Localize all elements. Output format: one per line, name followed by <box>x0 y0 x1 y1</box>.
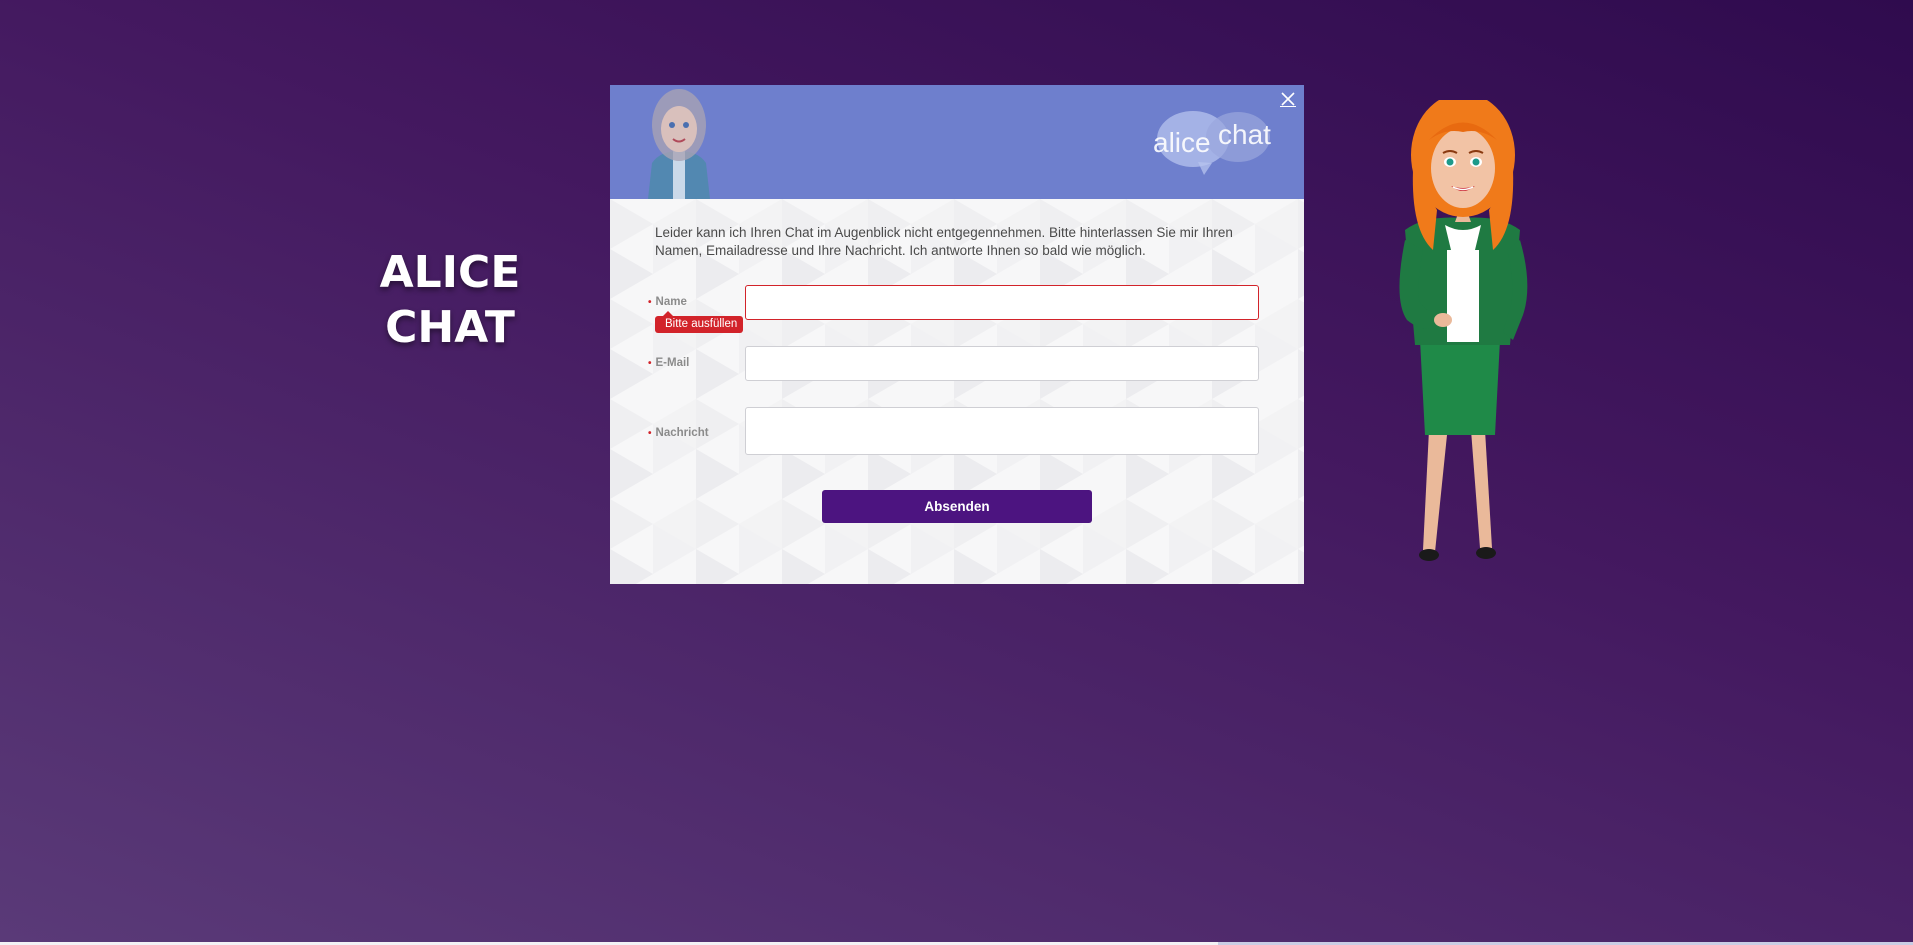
message-label-text: Nachricht <box>655 427 709 439</box>
brand-line-1: ALICE <box>379 247 521 298</box>
message-label: • Nachricht <box>648 427 709 439</box>
name-label-text: Name <box>655 296 687 308</box>
close-icon <box>1280 92 1296 107</box>
contact-dialog: alice chat Leider kann ich Ihren Chat im… <box>610 85 1304 584</box>
email-input[interactable] <box>745 346 1259 381</box>
email-label-text: E-Mail <box>655 357 690 369</box>
name-input[interactable] <box>745 285 1259 320</box>
close-button[interactable] <box>1276 87 1300 111</box>
name-label: • Name <box>648 296 687 308</box>
brand-title: ALICE CHAT <box>375 245 525 355</box>
alice-chat-logo: alice chat <box>1153 111 1271 175</box>
required-marker: • <box>648 428 652 439</box>
required-marker: • <box>648 297 652 308</box>
required-marker: • <box>648 358 652 369</box>
name-error-tooltip: Bitte ausfüllen <box>655 311 744 333</box>
brand-line-2: CHAT <box>385 302 515 353</box>
alice-character-illustration <box>1399 100 1528 561</box>
message-input[interactable] <box>745 407 1259 455</box>
logo-text-chat: chat <box>1218 119 1271 150</box>
email-label: • E-Mail <box>648 357 689 369</box>
header-avatar-illustration <box>648 89 710 199</box>
dialog-header: alice chat <box>610 85 1304 199</box>
intro-text: Leider kann ich Ihren Chat im Augenblick… <box>655 225 1233 258</box>
logo-text-alice: alice <box>1153 127 1211 158</box>
submit-button[interactable]: Absenden <box>822 490 1092 523</box>
